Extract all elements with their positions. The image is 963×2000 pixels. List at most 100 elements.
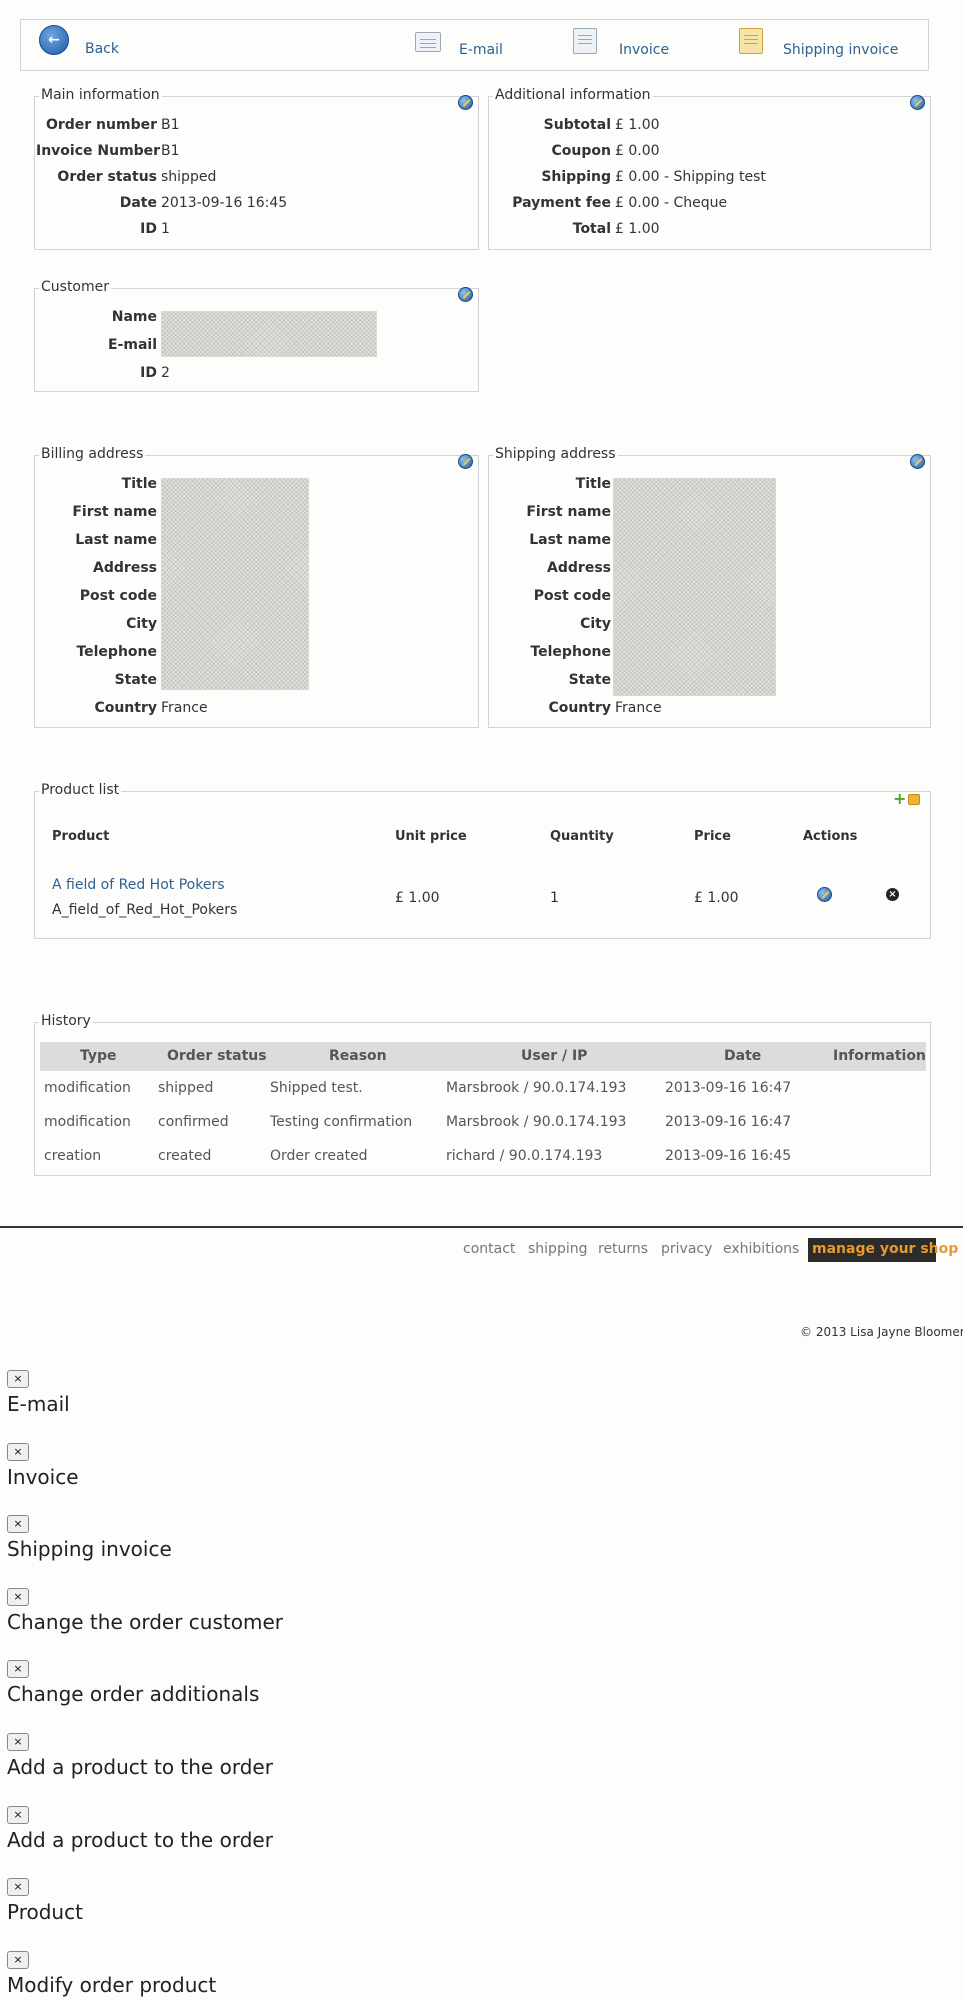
history-cell: Marsbrook / 90.0.174.193 xyxy=(446,1114,627,1130)
dialog-close-button[interactable]: × xyxy=(7,1950,29,1969)
additional-info-row-label: Subtotal xyxy=(543,117,611,133)
product-name-link[interactable]: A field of Red Hot Pokers xyxy=(52,877,225,893)
shipping-invoice-label: Shipping invoice xyxy=(783,42,899,58)
shipping-row-value xyxy=(611,560,615,576)
footer-link-privacy[interactable]: privacy xyxy=(661,1241,712,1257)
history-cell: Testing confirmation xyxy=(270,1114,413,1130)
history-cell: confirmed xyxy=(158,1114,229,1130)
main-info-row-value: B1 xyxy=(161,143,180,159)
additional-info-row-value: £ 1.00 xyxy=(615,221,660,237)
edit-billing-address-icon[interactable] xyxy=(458,454,473,469)
shipping-row-value xyxy=(611,616,615,632)
dialog-close-button[interactable]: × xyxy=(7,1733,29,1751)
additional-info-row: Coupon £ 0.00 xyxy=(490,143,660,159)
history-cell: Marsbrook / 90.0.174.193 xyxy=(446,1080,627,1096)
billing-address-title: Billing address xyxy=(39,446,146,462)
shipping-row: Last name xyxy=(490,532,615,548)
manage-shop-button[interactable]: manage your shop xyxy=(808,1238,958,1262)
edit-customer-icon[interactable] xyxy=(458,287,473,302)
main-info-row-label: Order number xyxy=(45,117,157,133)
dialog-title: Invoice xyxy=(7,1464,79,1489)
billing-row-label: Title xyxy=(121,476,157,492)
footer-link-shipping[interactable]: shipping xyxy=(528,1241,587,1257)
main-info-row-label: ID xyxy=(140,221,157,237)
footer-link-returns[interactable]: returns xyxy=(598,1241,648,1257)
copyright-text: © 2013 Lisa Jayne Bloomer xyxy=(800,1325,963,1339)
additional-info-row-label: Coupon xyxy=(551,143,611,159)
customer-title: Customer xyxy=(39,279,112,295)
dialog-close-button[interactable]: × xyxy=(7,1587,29,1606)
dialog-close-button[interactable]: × xyxy=(7,1878,29,1897)
dialog-close-button[interactable]: × xyxy=(7,1442,29,1461)
main-info-row-label: Date xyxy=(119,195,157,211)
email-button[interactable]: E-mail xyxy=(415,26,503,58)
additional-info-row: Payment fee £ 0.00 - Cheque xyxy=(490,195,727,211)
redacted-customer-info xyxy=(161,311,377,357)
billing-row-value xyxy=(157,504,161,520)
quantity-column-header: Quantity xyxy=(550,829,614,844)
invoice-button[interactable]: Invoice xyxy=(573,24,669,58)
history-cell: Order created xyxy=(270,1148,368,1164)
shipping-row-value: France xyxy=(615,700,662,716)
billing-row-value xyxy=(157,672,161,688)
main-information-title: Main information xyxy=(39,87,162,103)
delete-product-icon[interactable]: × xyxy=(886,888,899,901)
additional-info-row-label: Payment fee xyxy=(512,195,611,211)
customer-row: E-mail xyxy=(36,337,161,353)
history-cell: richard / 90.0.174.193 xyxy=(446,1148,603,1164)
dialog-close-button[interactable]: × xyxy=(7,1515,29,1534)
add-product-plus-icon[interactable]: + xyxy=(893,791,906,807)
shipping-row: Title xyxy=(490,476,615,492)
history-status-header: Order status xyxy=(167,1048,267,1064)
order-toolbar: ← Back E-mail Invoice Shipping invoice xyxy=(20,19,929,71)
dialog-title: Add a product to the order xyxy=(7,1827,273,1852)
billing-row: Telephone xyxy=(36,644,161,660)
customer-row-value: 2 xyxy=(161,365,170,381)
billing-row: Post code xyxy=(36,588,161,604)
main-info-row-label: Order status xyxy=(57,169,157,185)
history-cell: 2013-09-16 16:45 xyxy=(665,1148,792,1164)
dialog-title: E-mail xyxy=(7,1392,70,1416)
history-cell: creation xyxy=(44,1148,102,1164)
additional-info-row-value: £ 0.00 - Cheque xyxy=(615,195,728,211)
billing-row-label: City xyxy=(126,616,157,632)
billing-row-label: Telephone xyxy=(76,644,157,660)
add-product-folder-icon[interactable] xyxy=(908,794,920,805)
history-table-header: Type Order status Reason User / IP Date … xyxy=(40,1042,926,1071)
additional-info-row: Subtotal £ 1.00 xyxy=(490,117,660,133)
shipping-row: First name xyxy=(490,504,615,520)
shipping-row-label: City xyxy=(580,616,611,632)
shipping-invoice-button[interactable]: Shipping invoice xyxy=(739,24,898,58)
additional-information-title: Additional information xyxy=(493,87,653,103)
dialog-close-button[interactable]: × xyxy=(7,1805,29,1824)
main-info-row: Date 2013-09-16 16:45 xyxy=(36,195,287,211)
history-type-header: Type xyxy=(80,1048,117,1064)
edit-shipping-address-icon[interactable] xyxy=(910,454,925,469)
edit-main-information-icon[interactable] xyxy=(458,95,473,110)
billing-row-value xyxy=(157,532,161,548)
edit-product-icon[interactable] xyxy=(817,887,832,902)
back-button[interactable]: ← Back xyxy=(39,23,119,57)
invoice-document-icon xyxy=(573,28,597,54)
edit-additional-information-icon[interactable] xyxy=(910,95,925,110)
shipping-row-value xyxy=(611,588,615,604)
billing-row: Country France xyxy=(36,700,207,716)
customer-row-value xyxy=(157,309,161,325)
unit-price-column-header: Unit price xyxy=(395,829,467,844)
billing-row: City xyxy=(36,616,161,632)
main-info-row: ID 1 xyxy=(36,221,170,237)
history-cell: modification xyxy=(44,1080,131,1096)
shipping-row-label: Telephone xyxy=(530,644,611,660)
footer-link-contact[interactable]: contact xyxy=(463,1241,515,1257)
shipping-row: State xyxy=(490,672,615,688)
dialog-close-button[interactable]: × xyxy=(7,1370,29,1388)
footer-link-exhibitions[interactable]: exhibitions xyxy=(723,1241,799,1257)
product-list-title: Product list xyxy=(39,782,122,798)
redacted-shipping-address xyxy=(613,478,776,696)
history-cell: shipped xyxy=(158,1080,214,1096)
dialog-close-button[interactable]: × xyxy=(7,1660,29,1679)
billing-row-label: Country xyxy=(94,700,157,716)
redacted-billing-address xyxy=(161,478,309,690)
history-title: History xyxy=(39,1013,93,1029)
history-cell: created xyxy=(158,1148,212,1164)
